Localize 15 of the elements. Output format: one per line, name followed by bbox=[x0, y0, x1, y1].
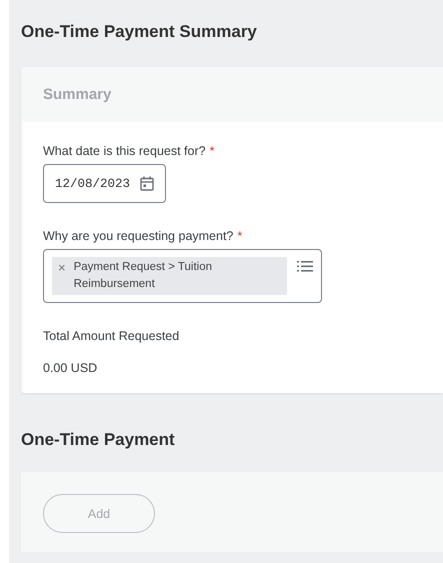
required-asterisk: * bbox=[237, 229, 242, 243]
page-title: One-Time Payment Summary bbox=[21, 21, 258, 43]
required-asterisk: * bbox=[210, 144, 214, 158]
field-label: What date is this request for? * bbox=[43, 144, 216, 158]
field-label: Total Amount Requested bbox=[43, 329, 180, 343]
chip-label: Payment Request > Tuition Reimbursement bbox=[74, 260, 213, 292]
field-value: 0.00 USD bbox=[43, 361, 98, 375]
field-label: Why are you requesting payment? * bbox=[43, 229, 244, 243]
date-field[interactable]: 12/08/2023 bbox=[43, 164, 166, 203]
calendar-icon[interactable] bbox=[140, 176, 154, 191]
section-title: One-Time Payment bbox=[21, 429, 176, 450]
select-field[interactable]: × Payment Request > Tuition Reimbursement bbox=[43, 249, 322, 303]
card-title: Summary bbox=[43, 86, 112, 103]
list-icon[interactable] bbox=[297, 260, 313, 273]
remove-button[interactable]: × bbox=[58, 259, 66, 293]
